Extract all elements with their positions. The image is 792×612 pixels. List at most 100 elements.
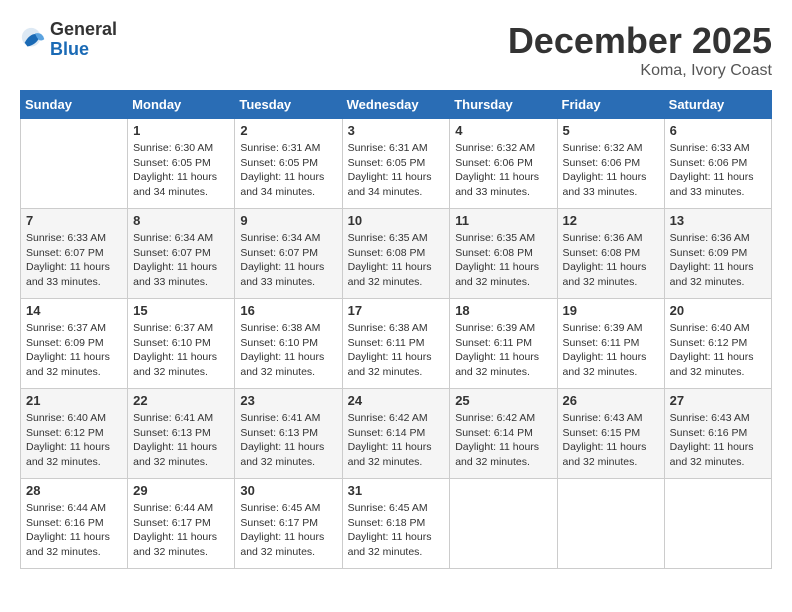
day-cell: 17 Sunrise: 6:38 AMSunset: 6:11 PMDayligh… bbox=[342, 299, 450, 389]
day-number: 20 bbox=[670, 303, 766, 318]
day-cell: 18Sunrise: 6:39 AMSunset: 6:11 PMDayligh… bbox=[450, 299, 557, 389]
day-cell: 22 Sunrise: 6:41 AMSunset: 6:13 PMDayligh… bbox=[128, 389, 235, 479]
day-info: Sunrise: 6:43 AMSunset: 6:15 PMDaylight:… bbox=[563, 411, 659, 470]
day-number: 17 bbox=[348, 303, 445, 318]
week-row-3: 14 Sunrise: 6:37 AMSunset: 6:09 PMDayligh… bbox=[21, 299, 772, 389]
day-number: 25 bbox=[455, 393, 551, 408]
day-cell: 31 Sunrise: 6:45 AMSunset: 6:18 PMDayligh… bbox=[342, 479, 450, 569]
day-cell: 26 Sunrise: 6:43 AMSunset: 6:15 PMDayligh… bbox=[557, 389, 664, 479]
logo-text: General Blue bbox=[50, 20, 117, 60]
day-cell: 4 Sunrise: 6:32 AMSunset: 6:06 PMDaylight… bbox=[450, 119, 557, 209]
header-day-sunday: Sunday bbox=[21, 91, 128, 119]
day-cell: 16Sunrise: 6:38 AMSunset: 6:10 PMDayligh… bbox=[235, 299, 342, 389]
day-info: Sunrise: 6:34 AMSunset: 6:07 PMDaylight:… bbox=[240, 231, 336, 290]
day-info: Sunrise: 6:40 AMSunset: 6:12 PMDaylight:… bbox=[26, 411, 122, 470]
day-number: 10 bbox=[348, 213, 445, 228]
logo-icon bbox=[20, 26, 48, 54]
day-cell: 7 Sunrise: 6:33 AMSunset: 6:07 PMDaylight… bbox=[21, 209, 128, 299]
day-cell bbox=[664, 479, 771, 569]
header-day-wednesday: Wednesday bbox=[342, 91, 450, 119]
day-info: Sunrise: 6:39 AMSunset: 6:11 PMDaylight:… bbox=[563, 321, 659, 380]
day-cell: 25 Sunrise: 6:42 AMSunset: 6:14 PMDayligh… bbox=[450, 389, 557, 479]
page-header: General Blue December 2025 Koma, Ivory C… bbox=[20, 20, 772, 80]
calendar-table: SundayMondayTuesdayWednesdayThursdayFrid… bbox=[20, 90, 772, 569]
day-cell: 30 Sunrise: 6:45 AMSunset: 6:17 PMDayligh… bbox=[235, 479, 342, 569]
day-number: 8 bbox=[133, 213, 229, 228]
header-day-monday: Monday bbox=[128, 91, 235, 119]
day-info: Sunrise: 6:44 AMSunset: 6:17 PMDaylight:… bbox=[133, 501, 229, 560]
day-number: 30 bbox=[240, 483, 336, 498]
day-number: 16 bbox=[240, 303, 336, 318]
week-row-2: 7 Sunrise: 6:33 AMSunset: 6:07 PMDaylight… bbox=[21, 209, 772, 299]
day-cell: 6 Sunrise: 6:33 AMSunset: 6:06 PMDaylight… bbox=[664, 119, 771, 209]
day-cell: 10 Sunrise: 6:35 AMSunset: 6:08 PMDayligh… bbox=[342, 209, 450, 299]
day-info: Sunrise: 6:33 AMSunset: 6:07 PMDaylight:… bbox=[26, 231, 122, 290]
location-title: Koma, Ivory Coast bbox=[508, 62, 772, 80]
day-info: Sunrise: 6:37 AMSunset: 6:10 PMDaylight:… bbox=[133, 321, 229, 380]
header-row: SundayMondayTuesdayWednesdayThursdayFrid… bbox=[21, 91, 772, 119]
day-info: Sunrise: 6:41 AMSunset: 6:13 PMDaylight:… bbox=[240, 411, 336, 470]
day-info: Sunrise: 6:33 AMSunset: 6:06 PMDaylight:… bbox=[670, 141, 766, 200]
day-cell: 15 Sunrise: 6:37 AMSunset: 6:10 PMDayligh… bbox=[128, 299, 235, 389]
day-cell: 23Sunrise: 6:41 AMSunset: 6:13 PMDayligh… bbox=[235, 389, 342, 479]
day-cell: 12 Sunrise: 6:36 AMSunset: 6:08 PMDayligh… bbox=[557, 209, 664, 299]
day-info: Sunrise: 6:45 AMSunset: 6:17 PMDaylight:… bbox=[240, 501, 336, 560]
week-row-4: 21Sunrise: 6:40 AMSunset: 6:12 PMDayligh… bbox=[21, 389, 772, 479]
day-cell: 13Sunrise: 6:36 AMSunset: 6:09 PMDayligh… bbox=[664, 209, 771, 299]
day-number: 22 bbox=[133, 393, 229, 408]
day-number: 28 bbox=[26, 483, 122, 498]
header-day-friday: Friday bbox=[557, 91, 664, 119]
day-cell: 24 Sunrise: 6:42 AMSunset: 6:14 PMDayligh… bbox=[342, 389, 450, 479]
day-cell: 28Sunrise: 6:44 AMSunset: 6:16 PMDayligh… bbox=[21, 479, 128, 569]
day-number: 7 bbox=[26, 213, 122, 228]
week-row-1: 1 Sunrise: 6:30 AMSunset: 6:05 PMDaylight… bbox=[21, 119, 772, 209]
day-cell: 27 Sunrise: 6:43 AMSunset: 6:16 PMDayligh… bbox=[664, 389, 771, 479]
day-number: 27 bbox=[670, 393, 766, 408]
day-number: 13 bbox=[670, 213, 766, 228]
day-info: Sunrise: 6:38 AMSunset: 6:11 PMDaylight:… bbox=[348, 321, 445, 380]
day-info: Sunrise: 6:42 AMSunset: 6:14 PMDaylight:… bbox=[455, 411, 551, 470]
day-number: 15 bbox=[133, 303, 229, 318]
day-info: Sunrise: 6:35 AMSunset: 6:08 PMDaylight:… bbox=[455, 231, 551, 290]
day-info: Sunrise: 6:45 AMSunset: 6:18 PMDaylight:… bbox=[348, 501, 445, 560]
day-number: 31 bbox=[348, 483, 445, 498]
title-block: December 2025 Koma, Ivory Coast bbox=[508, 20, 772, 80]
day-number: 3 bbox=[348, 123, 445, 138]
day-info: Sunrise: 6:31 AMSunset: 6:05 PMDaylight:… bbox=[240, 141, 336, 200]
day-number: 12 bbox=[563, 213, 659, 228]
day-number: 1 bbox=[133, 123, 229, 138]
day-number: 11 bbox=[455, 213, 551, 228]
day-info: Sunrise: 6:35 AMSunset: 6:08 PMDaylight:… bbox=[348, 231, 445, 290]
day-cell: 9 Sunrise: 6:34 AMSunset: 6:07 PMDaylight… bbox=[235, 209, 342, 299]
day-number: 29 bbox=[133, 483, 229, 498]
day-info: Sunrise: 6:41 AMSunset: 6:13 PMDaylight:… bbox=[133, 411, 229, 470]
day-info: Sunrise: 6:42 AMSunset: 6:14 PMDaylight:… bbox=[348, 411, 445, 470]
day-number: 14 bbox=[26, 303, 122, 318]
day-number: 6 bbox=[670, 123, 766, 138]
logo-blue: Blue bbox=[50, 39, 89, 59]
day-info: Sunrise: 6:32 AMSunset: 6:06 PMDaylight:… bbox=[455, 141, 551, 200]
day-number: 18 bbox=[455, 303, 551, 318]
day-cell: 20Sunrise: 6:40 AMSunset: 6:12 PMDayligh… bbox=[664, 299, 771, 389]
day-cell: 5 Sunrise: 6:32 AMSunset: 6:06 PMDaylight… bbox=[557, 119, 664, 209]
day-cell: 19Sunrise: 6:39 AMSunset: 6:11 PMDayligh… bbox=[557, 299, 664, 389]
day-info: Sunrise: 6:32 AMSunset: 6:06 PMDaylight:… bbox=[563, 141, 659, 200]
day-number: 9 bbox=[240, 213, 336, 228]
day-info: Sunrise: 6:31 AMSunset: 6:05 PMDaylight:… bbox=[348, 141, 445, 200]
week-row-5: 28Sunrise: 6:44 AMSunset: 6:16 PMDayligh… bbox=[21, 479, 772, 569]
day-info: Sunrise: 6:30 AMSunset: 6:05 PMDaylight:… bbox=[133, 141, 229, 200]
day-cell: 8Sunrise: 6:34 AMSunset: 6:07 PMDaylight… bbox=[128, 209, 235, 299]
day-info: Sunrise: 6:37 AMSunset: 6:09 PMDaylight:… bbox=[26, 321, 122, 380]
day-cell: 29 Sunrise: 6:44 AMSunset: 6:17 PMDayligh… bbox=[128, 479, 235, 569]
day-cell bbox=[21, 119, 128, 209]
day-number: 4 bbox=[455, 123, 551, 138]
day-number: 24 bbox=[348, 393, 445, 408]
day-cell bbox=[557, 479, 664, 569]
day-cell: 3 Sunrise: 6:31 AMSunset: 6:05 PMDaylight… bbox=[342, 119, 450, 209]
day-cell bbox=[450, 479, 557, 569]
day-number: 5 bbox=[563, 123, 659, 138]
day-info: Sunrise: 6:43 AMSunset: 6:16 PMDaylight:… bbox=[670, 411, 766, 470]
day-number: 26 bbox=[563, 393, 659, 408]
day-info: Sunrise: 6:36 AMSunset: 6:08 PMDaylight:… bbox=[563, 231, 659, 290]
month-title: December 2025 bbox=[508, 20, 772, 62]
